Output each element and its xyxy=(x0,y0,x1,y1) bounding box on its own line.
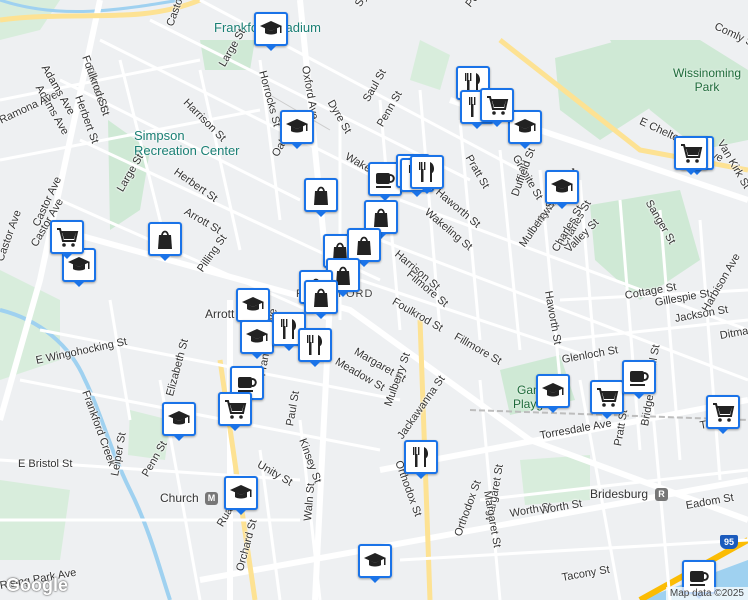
school-icon xyxy=(514,119,536,133)
restaurant-marker[interactable] xyxy=(298,328,332,367)
school-icon xyxy=(168,411,190,425)
school-marker[interactable] xyxy=(240,320,274,359)
shop-marker[interactable] xyxy=(304,178,338,217)
school-icon xyxy=(542,383,564,397)
school-icon xyxy=(286,119,308,133)
school-marker[interactable] xyxy=(254,12,288,51)
rail-icon: R xyxy=(655,488,668,501)
grocery-marker[interactable] xyxy=(674,136,708,175)
grocery-icon xyxy=(57,228,79,247)
grocery-marker[interactable] xyxy=(706,395,740,434)
cafe-icon xyxy=(690,571,709,586)
school-marker[interactable] xyxy=(280,110,314,149)
school-icon xyxy=(246,329,268,343)
restaurant-marker[interactable] xyxy=(404,440,438,479)
shop-icon xyxy=(158,230,172,249)
street-label[interactable]: E Bristol St xyxy=(18,458,72,470)
map-canvas[interactable]: Frankford Stadium Simpson Recreation Cen… xyxy=(0,0,748,600)
shop-icon xyxy=(357,236,371,255)
school-marker[interactable] xyxy=(224,476,258,515)
school-icon xyxy=(364,553,386,567)
shop-marker[interactable] xyxy=(347,228,381,267)
grocery-icon xyxy=(597,388,619,407)
school-marker[interactable] xyxy=(358,544,392,583)
grocery-icon xyxy=(225,400,247,419)
school-icon xyxy=(242,297,264,311)
school-icon xyxy=(260,21,282,35)
school-icon xyxy=(230,485,252,499)
grocery-icon xyxy=(681,144,703,163)
cafe-marker[interactable] xyxy=(622,360,656,399)
school-marker[interactable] xyxy=(545,170,579,209)
grocery-marker[interactable] xyxy=(480,88,514,127)
school-marker[interactable] xyxy=(536,374,570,413)
map-attribution[interactable]: Map data ©2025 xyxy=(665,587,748,600)
simpson-recreation-label[interactable]: Simpson Recreation Center xyxy=(134,128,249,158)
school-icon xyxy=(551,179,573,193)
grocery-icon xyxy=(713,403,735,422)
restaurant-icon xyxy=(413,447,429,467)
google-logo: Google xyxy=(6,575,68,595)
wissinoming-park-label[interactable]: Wissinoming Park xyxy=(672,66,742,94)
grocery-marker[interactable] xyxy=(590,380,624,419)
interstate-shield: 95 xyxy=(720,535,738,549)
shop-icon xyxy=(314,288,328,307)
arrott-station-label[interactable]: Arrott xyxy=(205,308,234,320)
restaurant-icon xyxy=(419,162,435,182)
church-station-label[interactable]: Church xyxy=(160,492,199,504)
shop-marker[interactable] xyxy=(148,222,182,261)
bridesburg-station-label[interactable]: Bridesburg xyxy=(590,488,648,500)
grocery-marker[interactable] xyxy=(218,392,252,431)
grocery-marker[interactable] xyxy=(50,220,84,259)
restaurant-marker[interactable] xyxy=(410,155,444,194)
school-marker[interactable] xyxy=(162,402,196,441)
metro-icon: M xyxy=(205,492,218,505)
shop-marker[interactable] xyxy=(304,280,338,319)
school-marker[interactable] xyxy=(236,288,270,327)
shop-icon xyxy=(374,208,388,227)
shop-icon xyxy=(314,186,328,205)
restaurant-icon xyxy=(307,335,323,355)
cafe-icon xyxy=(630,371,649,386)
cafe-icon xyxy=(376,173,395,188)
grocery-icon xyxy=(487,96,509,115)
